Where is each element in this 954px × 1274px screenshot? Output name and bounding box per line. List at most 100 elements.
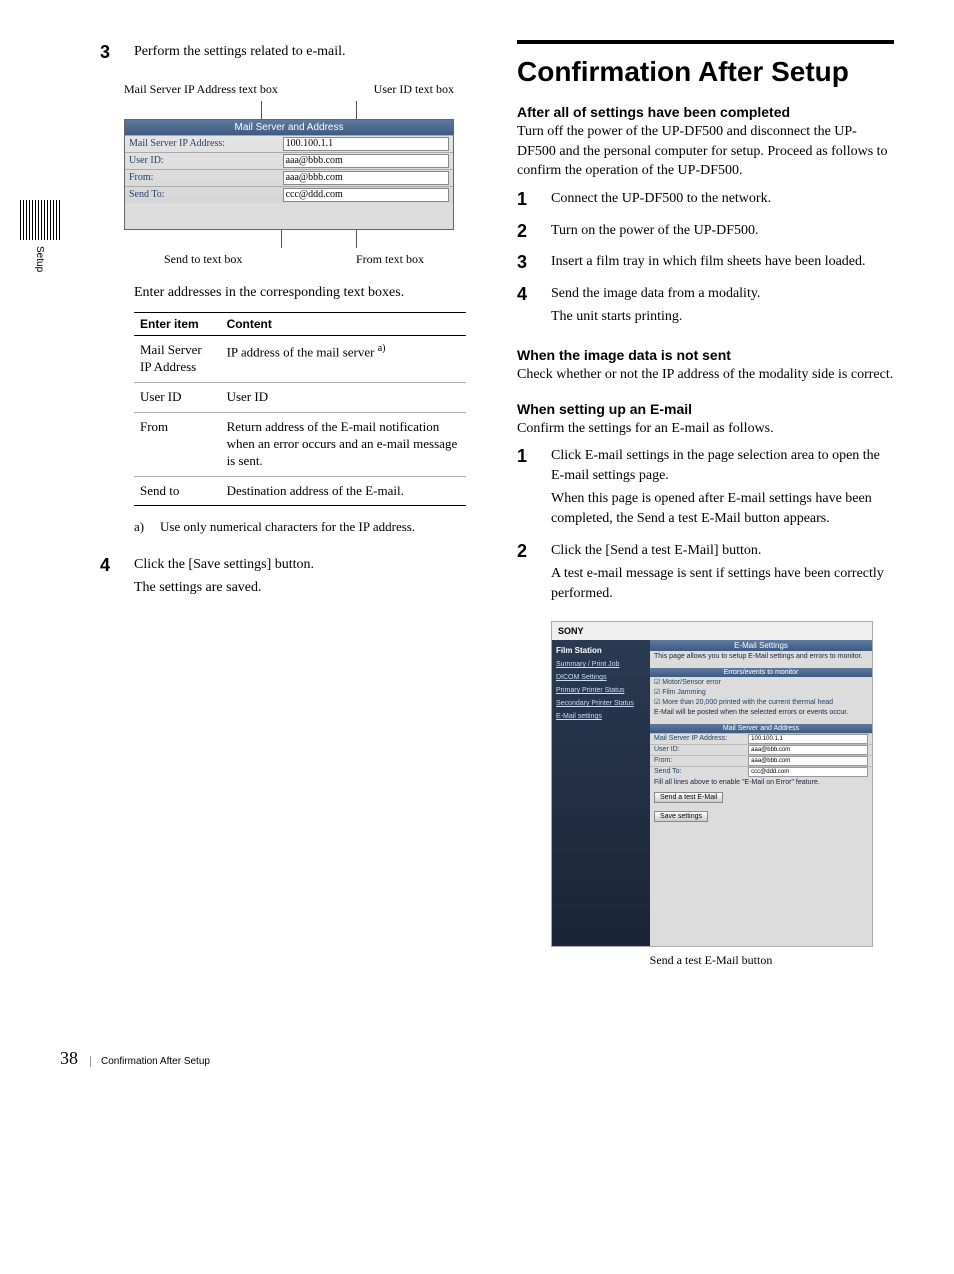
step-3-text: Perform the settings related to e-mail. xyxy=(134,42,477,62)
app-sidebar: Film Station Summary / Print Job DICOM Se… xyxy=(552,640,650,946)
email-step: 1Click E-mail settings in the page selec… xyxy=(517,444,894,532)
app-field-row: User ID:aaa@bbb.com xyxy=(650,744,872,755)
table-cell-item: Mail Server IP Address xyxy=(134,336,221,383)
step-text: Send the image data from a modality. xyxy=(551,284,894,304)
app-field-row: Mail Server IP Address:100.100.1.1 xyxy=(650,733,872,744)
step-number: 4 xyxy=(517,282,551,331)
save-settings-button[interactable]: Save settings xyxy=(654,811,708,822)
sec2-paragraph: Check whether or not the IP address of t… xyxy=(517,365,894,385)
step-number: 2 xyxy=(517,539,551,608)
table-row: Mail Server IP Address IP address of the… xyxy=(134,336,466,383)
table-cell-item: Send to xyxy=(134,476,221,506)
dialog-row-userid: User ID: aaa@bbb.com xyxy=(125,152,453,169)
step: 2Turn on the power of the UP-DF500. xyxy=(517,219,894,245)
app-field-row: Send To:ccc@ddd.com xyxy=(650,766,872,777)
dialog-userid-value[interactable]: aaa@bbb.com xyxy=(283,154,449,168)
sec1-paragraph: Turn off the power of the UP-DF500 and d… xyxy=(517,122,894,181)
step-text: A test e-mail message is sent if setting… xyxy=(551,564,894,603)
dialog-row-ip: Mail Server IP Address: 100.100.1.1 xyxy=(125,135,453,152)
step-number: 1 xyxy=(517,444,551,532)
chk-jam[interactable]: ☑ Film Jamming xyxy=(650,687,872,697)
step-3: 3 Perform the settings related to e-mail… xyxy=(100,40,477,66)
step-4: 4 Click the [Save settings] button. The … xyxy=(100,553,477,602)
step-4-line1: Click the [Save settings] button. xyxy=(134,555,477,575)
dialog-header: Mail Server and Address xyxy=(125,120,453,135)
dialog-sendto-value[interactable]: ccc@ddd.com xyxy=(283,188,449,202)
app-field-label: User ID: xyxy=(654,745,748,755)
table-cell-item: From xyxy=(134,412,221,476)
dialog-row-from: From: aaa@bbb.com xyxy=(125,169,453,186)
dialog-userid-label: User ID: xyxy=(129,155,283,166)
sidebar-item[interactable]: DICOM Settings xyxy=(556,674,646,681)
side-margin-tab: Setup xyxy=(20,200,60,272)
table-cell-content: Return address of the E-mail notificatio… xyxy=(221,412,466,476)
app-field-label: From: xyxy=(654,756,748,766)
app-field-label: Mail Server IP Address: xyxy=(654,734,748,744)
content-title: E-Mail Settings xyxy=(650,640,872,651)
step-number: 2 xyxy=(517,219,551,245)
app-brand: SONY xyxy=(552,622,872,640)
mail-server-dialog: Mail Server and Address Mail Server IP A… xyxy=(124,119,454,230)
table-row: From Return address of the E-mail notifi… xyxy=(134,412,466,476)
table-cell-item: User ID xyxy=(134,382,221,412)
step: 1Connect the UP-DF500 to the network. xyxy=(517,187,894,213)
email-settings-screenshot: SONY Film Station Summary / Print Job DIC… xyxy=(551,621,873,947)
send-test-email-button[interactable]: Send a test E-Mail xyxy=(654,792,723,803)
step-4-line2: The settings are saved. xyxy=(134,578,477,598)
table-cell-content: User ID xyxy=(221,382,466,412)
step-number: 1 xyxy=(517,187,551,213)
step: 3Insert a film tray in which film sheets… xyxy=(517,250,894,276)
callout-mail-server-ip: Mail Server IP Address text box xyxy=(124,82,278,97)
errors-header: Errors/events to monitor xyxy=(650,668,872,677)
table-header-item: Enter item xyxy=(134,313,221,336)
step-text: Click E-mail settings in the page select… xyxy=(551,446,894,485)
app-field-value[interactable]: 100.100.1.1 xyxy=(748,734,868,744)
sidebar-title: Film Station xyxy=(556,646,646,655)
dialog-from-label: From: xyxy=(129,172,283,183)
app-field-row: From:aaa@bbb.com xyxy=(650,755,872,766)
footnote-text: Use only numerical characters for the IP… xyxy=(160,518,415,536)
dialog-from-value[interactable]: aaa@bbb.com xyxy=(283,171,449,185)
mail-header: Mail Server and Address xyxy=(650,724,872,733)
dialog-row-sendto: Send To: ccc@ddd.com xyxy=(125,186,453,203)
email-step: 2Click the [Send a test E-Mail] button.A… xyxy=(517,539,894,608)
chk-head[interactable]: ☑ More than 20,000 printed with the curr… xyxy=(650,697,872,707)
sidebar-item[interactable]: Secondary Printer Status xyxy=(556,700,646,707)
table-row: User ID User ID xyxy=(134,382,466,412)
step-text: Insert a film tray in which film sheets … xyxy=(551,252,894,272)
subheading-image-not-sent: When the image data is not sent xyxy=(517,347,894,363)
callout-from: From text box xyxy=(356,252,424,267)
page-title: Confirmation After Setup xyxy=(517,40,894,88)
page-footer: 38 Confirmation After Setup xyxy=(20,1048,894,1069)
footnote-key: a) xyxy=(134,518,152,536)
chk-motor[interactable]: ☑ Motor/Sensor error xyxy=(650,677,872,687)
dialog-sendto-label: Send To: xyxy=(129,189,283,200)
side-tab-label: Setup xyxy=(34,246,45,272)
step-text: When this page is opened after E-mail se… xyxy=(551,489,894,528)
step-text: The unit starts printing. xyxy=(551,307,894,327)
step-number: 3 xyxy=(517,250,551,276)
chk-note: E-Mail will be posted when the selected … xyxy=(650,707,872,718)
app-field-value[interactable]: aaa@bbb.com xyxy=(748,745,868,755)
table-header-content: Content xyxy=(221,313,466,336)
sidebar-item[interactable]: Summary / Print Job xyxy=(556,661,646,668)
footnote-a: a) Use only numerical characters for the… xyxy=(134,518,477,536)
sec3-paragraph: Confirm the settings for an E-mail as fo… xyxy=(517,419,894,439)
sidebar-item[interactable]: E-Mail settings xyxy=(556,713,646,720)
sidebar-item[interactable]: Primary Printer Status xyxy=(556,687,646,694)
app-field-value[interactable]: ccc@ddd.com xyxy=(748,767,868,777)
subheading-after-settings: After all of settings have been complete… xyxy=(517,104,894,120)
step-text: Connect the UP-DF500 to the network. xyxy=(551,189,894,209)
app-field-value[interactable]: aaa@bbb.com xyxy=(748,756,868,766)
callout-user-id: User ID text box xyxy=(374,82,454,97)
dialog-ip-value[interactable]: 100.100.1.1 xyxy=(283,137,449,151)
table-intro: Enter addresses in the corresponding tex… xyxy=(134,283,477,303)
step-text: Turn on the power of the UP-DF500. xyxy=(551,221,894,241)
app-content: E-Mail Settings This page allows you to … xyxy=(650,640,872,946)
screenshot-caption: Send a test E-Mail button xyxy=(551,953,871,968)
table-cell-content: Destination address of the E-mail. xyxy=(221,476,466,506)
step-number: 3 xyxy=(100,40,134,66)
callout-send-to: Send to text box xyxy=(164,252,242,267)
step: 4Send the image data from a modality. The… xyxy=(517,282,894,331)
fill-note: Fill all lines above to enable "E-Mail o… xyxy=(650,777,872,788)
